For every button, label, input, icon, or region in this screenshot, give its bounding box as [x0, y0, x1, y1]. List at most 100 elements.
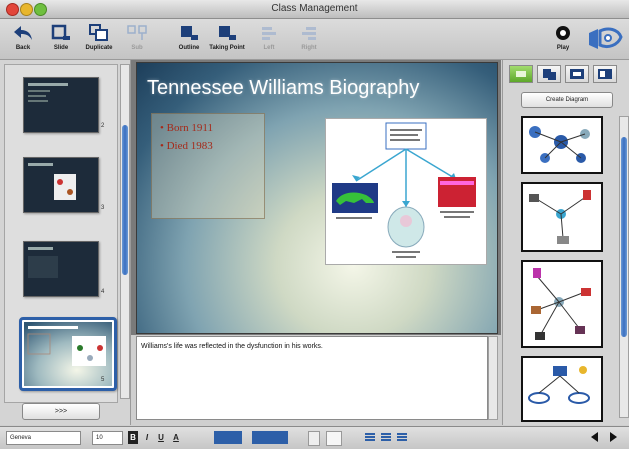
diagram-panel: Create Diagram [502, 60, 629, 425]
slide-canvas[interactable]: Tennessee Williams Biography • Born 1911… [136, 62, 498, 334]
diagram-thumbnail[interactable] [521, 260, 603, 348]
next-slide-button[interactable] [606, 431, 620, 444]
app-logo [586, 25, 624, 53]
left-button[interactable]: Left [250, 21, 288, 57]
notes-text: Williams's life was reflected in the dys… [141, 343, 323, 350]
bullet-textbox[interactable]: • Born 1911 • Died 1983 [151, 113, 265, 219]
slide-number: 3 [101, 205, 105, 211]
left-label: Left [263, 45, 275, 51]
slide-thumbnail[interactable] [23, 77, 99, 133]
toolbar: Back Slide Duplicate Sub Outline Taking … [0, 19, 629, 60]
align-icon [397, 433, 407, 441]
font-select[interactable]: Geneva [6, 431, 81, 445]
slide-number: 5 [101, 377, 105, 383]
bullet-text: Born 1911 [166, 122, 213, 134]
back-arrow-icon [14, 26, 32, 40]
left-arrow-icon [591, 432, 598, 442]
outline-icon [181, 26, 198, 40]
tab-diagrams[interactable] [509, 65, 533, 83]
previous-slide-button[interactable] [588, 431, 602, 444]
align-left-icon [262, 27, 276, 40]
taking-point-button[interactable]: Taking Point [208, 21, 246, 57]
right-button[interactable]: Right [290, 21, 328, 57]
sub-icon [127, 25, 147, 40]
text-color-button[interactable]: A [170, 431, 182, 444]
sub-button[interactable]: Sub [118, 21, 156, 57]
right-label: Right [301, 45, 317, 51]
duplicate-button[interactable]: Duplicate [80, 21, 118, 57]
scrollbar-thumb[interactable] [122, 125, 128, 275]
style-button[interactable] [252, 431, 288, 444]
scrollbar-thumb[interactable] [621, 137, 627, 337]
thumbnail-preview [28, 83, 68, 102]
align-button[interactable] [380, 431, 392, 444]
diagram-thumbnail[interactable] [521, 116, 603, 174]
format-bar: Geneva 10 B I U A [0, 426, 629, 449]
diagram-thumbnail-preview [531, 268, 591, 340]
slide-button[interactable]: Slide [42, 21, 80, 57]
play-label: Play [556, 45, 570, 51]
align-right-icon [302, 27, 316, 40]
slide-thumbnail-list[interactable]: 2 3 4 5 [4, 64, 118, 403]
tab-pages[interactable] [537, 65, 561, 83]
bold-button[interactable]: B [128, 431, 138, 444]
slide-thumbnail[interactable] [23, 157, 99, 213]
thumbnail-preview [28, 163, 76, 200]
title-bar: Class Management [0, 0, 629, 19]
taking-point-label: Taking Point [209, 45, 245, 51]
back-label: Back [15, 45, 31, 51]
align-button[interactable] [396, 431, 408, 444]
notes-scrollbar[interactable] [488, 336, 498, 420]
slide-number: 4 [101, 289, 105, 295]
italic-button[interactable]: I [142, 431, 152, 444]
diagram-thumbnail-preview [529, 190, 591, 244]
play-button[interactable]: Play [544, 21, 582, 57]
slide-title[interactable]: Tennessee Williams Biography [147, 77, 419, 100]
diagram-thumbnail-preview [528, 366, 590, 404]
diagram-list-scrollbar[interactable] [619, 116, 629, 418]
slide-sorter-panel: 2 3 4 5 >>> [0, 60, 131, 425]
diagram-thumbnail-preview [529, 126, 590, 163]
format-toggle[interactable] [326, 431, 342, 446]
slide-number: 2 [101, 123, 105, 129]
outline-label: Outline [178, 45, 200, 51]
taking-point-icon [219, 26, 236, 40]
logo-icon [589, 27, 623, 49]
create-diagram-button[interactable]: Create Diagram [521, 92, 613, 108]
duplicate-icon [89, 24, 108, 41]
media-icon [570, 69, 584, 79]
bullet-text: Died 1983 [166, 140, 213, 152]
align-icon [365, 433, 375, 441]
tab-layout[interactable] [593, 65, 617, 83]
sub-label: Sub [131, 45, 143, 51]
align-button[interactable] [364, 431, 376, 444]
bullet-item: • Born 1911 [160, 122, 213, 134]
window-title: Class Management [271, 3, 358, 14]
slide-thumbnail[interactable] [23, 241, 99, 297]
slide-list-scrollbar[interactable] [120, 64, 130, 399]
align-icon [381, 433, 391, 441]
style-button[interactable] [214, 431, 242, 444]
diagram-thumbnail[interactable] [521, 182, 603, 252]
notes-field[interactable]: Williams's life was reflected in the dys… [136, 336, 488, 420]
slide-icon [51, 24, 70, 40]
duplicate-label: Duplicate [85, 45, 113, 51]
outline-button[interactable]: Outline [170, 21, 208, 57]
more-slides-button[interactable]: >>> [22, 403, 100, 420]
slide-editor: Tennessee Williams Biography • Born 1911… [131, 60, 501, 335]
bullet-item: • Died 1983 [160, 140, 213, 152]
embedded-diagram[interactable] [325, 118, 487, 265]
diagram-graphic [332, 122, 476, 258]
thumbnail-preview [28, 247, 58, 278]
right-arrow-icon [610, 432, 617, 442]
play-icon [556, 26, 570, 40]
underline-button[interactable]: U [156, 431, 166, 444]
slide-label: Slide [53, 45, 69, 51]
tab-media[interactable] [565, 65, 589, 83]
diagram-tab-icon [516, 71, 526, 77]
format-toggle[interactable] [308, 431, 320, 446]
back-button[interactable]: Back [4, 21, 42, 57]
pages-icon [543, 69, 556, 80]
font-size-select[interactable]: 10 [92, 431, 123, 445]
diagram-thumbnail[interactable] [521, 356, 603, 422]
